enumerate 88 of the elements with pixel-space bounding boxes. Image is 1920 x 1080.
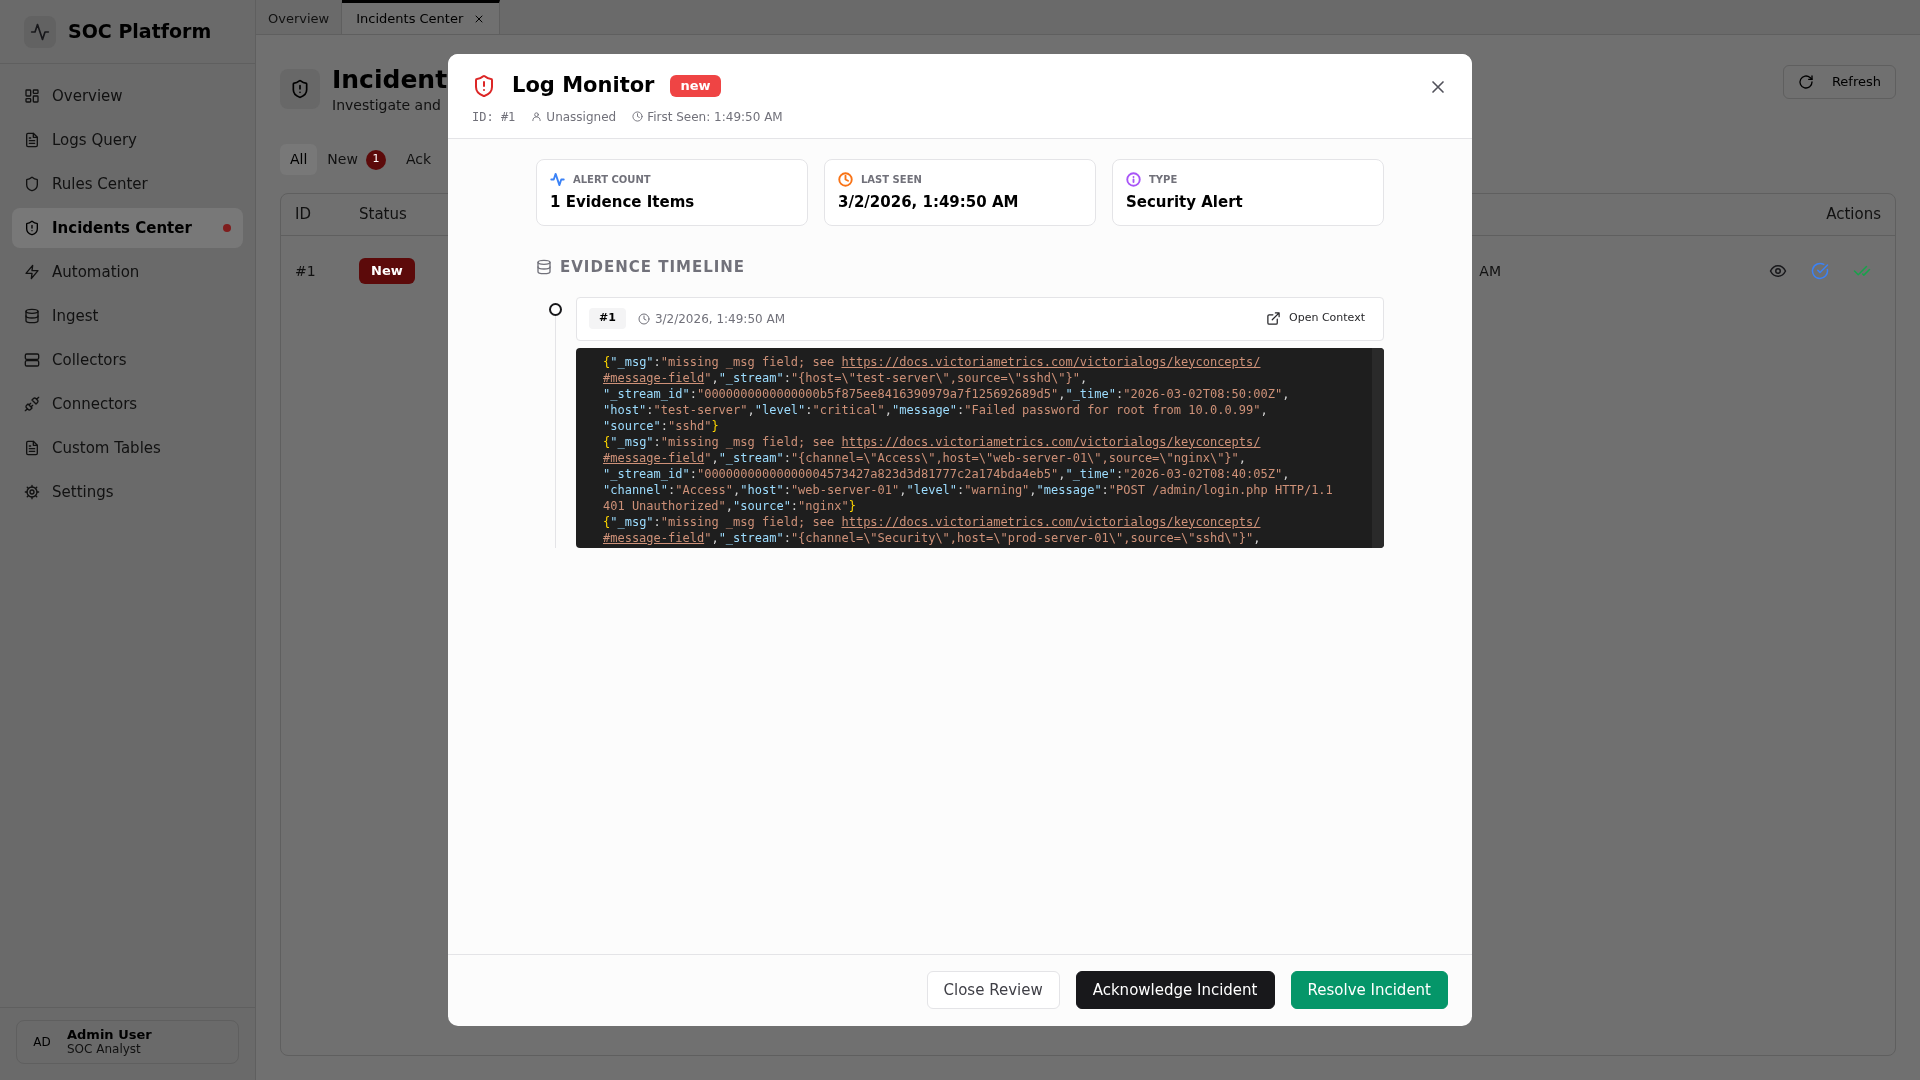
status-badge: New [359, 258, 415, 284]
stat-label: LAST SEEN [861, 172, 922, 187]
stat-label: ALERT COUNT [573, 172, 651, 187]
user-card[interactable]: AD Admin User SOC Analyst [16, 1020, 239, 1064]
user-role: SOC Analyst [67, 1042, 142, 1056]
sidebar-item[interactable]: Connectors [12, 384, 243, 424]
external-link-icon [1266, 311, 1282, 326]
status-badge: new [670, 75, 721, 97]
lightning-icon [24, 264, 40, 280]
sidebar-item[interactable]: Overview [12, 76, 243, 116]
page-title: Incident [332, 65, 448, 95]
log-line: {"_msg":"missing _msg field; see https://docs.victoriametrics.com/victorialogs/keyconcepts/ [603, 433, 1261, 450]
first-seen: First Seen: 1:49:50 AM [647, 108, 783, 126]
clock-icon [632, 111, 644, 122]
modal-title: Log Monitor [512, 72, 655, 99]
log-line: #message-field","_stream":"{channel=\"Access\",host=\"web-server-01\",source=\"nginx\"}", [603, 449, 1247, 466]
log-line: "source":"sshd"} [603, 417, 719, 434]
database-icon [24, 308, 40, 324]
close-review-button[interactable]: Close Review [926, 970, 1060, 1009]
section-title: EVIDENCE TIMELINE [560, 257, 746, 278]
table-cell-text: #1 [295, 261, 316, 281]
log-line: {"_msg":"missing _msg field; see https://docs.victoriametrics.com/victorialogs/keyconcepts/ [603, 353, 1261, 370]
log-line: "_stream_id":"0000000000000000b5f875ee8416390979a7f125692689d5","_time":"2026-03-02T08:50:00Z", [603, 385, 1290, 402]
refresh-button[interactable]: Refresh [1782, 65, 1896, 99]
shield-alert-icon [280, 69, 320, 109]
sidebar-item[interactable]: Ingest [12, 296, 243, 336]
document-icon [24, 132, 40, 148]
log-line: #message-field","_stream":"{channel=\"Security\",host=\"prod-server-01\",source=\"sshd\"}", [603, 529, 1261, 546]
timeline-dot [548, 302, 562, 316]
server-icon [24, 352, 40, 368]
shield-alert-icon [472, 73, 496, 98]
log-line: "channel":"Access","host":"web-server-01","level":"warning","message":"POST /admin/login.php HTTP/1.1 [603, 481, 1333, 498]
incident-id: ID: #1 [472, 108, 516, 126]
brand-name: SOC Platform [68, 19, 212, 45]
shield-alert-icon [24, 220, 40, 236]
resolve-button[interactable]: Resolve Incident [1290, 970, 1448, 1009]
filter-tab[interactable]: Ack [395, 144, 442, 175]
count-badge: 1 [365, 149, 386, 170]
check-circle-icon [1811, 262, 1829, 280]
database-icon [536, 259, 552, 276]
refresh-icon [1797, 73, 1814, 90]
column-header: ID [295, 204, 311, 226]
table-cell-text: AM [1479, 261, 1501, 281]
sidebar-item[interactable]: Automation [12, 252, 243, 292]
filter-tab[interactable]: All [280, 144, 318, 175]
sidebar-item[interactable]: Logs Query [12, 120, 243, 160]
evidence-index: #1 [589, 308, 626, 329]
log-line: "host":"test-server","level":"critical","message":"Failed password for root from 10.0.0.99", [603, 401, 1268, 418]
grid-icon [24, 88, 40, 104]
filter-tab[interactable]: New 1 [317, 144, 396, 175]
settings-icon [24, 484, 40, 500]
open-context-link[interactable]: Open Context [1260, 309, 1371, 328]
sidebar-item[interactable]: Custom Tables [12, 428, 243, 468]
column-header: Status [359, 204, 407, 226]
column-header: Actions [1826, 204, 1881, 226]
user-icon [531, 111, 543, 122]
log-line: 401 Unauthorized","source":"nginx"} [603, 497, 856, 514]
scrollbar[interactable] [1372, 347, 1384, 548]
log-link[interactable]: #message-field [603, 450, 705, 465]
log-link[interactable]: https://docs.victoriametrics.com/victorialogs/keyconcepts/ [841, 354, 1261, 369]
shield-icon [24, 176, 40, 192]
document-icon [24, 440, 40, 456]
log-line: "_stream_id":"00000000000000004573427a823d3d81777c2a174bda4eb5","_time":"2026-03-02T08:40:05Z", [603, 465, 1290, 482]
log-link[interactable]: #message-field [603, 370, 705, 385]
plug-icon [24, 396, 40, 412]
user-avatar: AD [32, 1034, 52, 1051]
log-link[interactable]: #message-field [603, 530, 705, 545]
logo-icon [24, 15, 56, 48]
sidebar-item[interactable]: Settings [12, 472, 243, 512]
acknowledge-button[interactable]: Acknowledge Incident [1075, 970, 1275, 1009]
tab[interactable]: Incidents Center [342, 0, 501, 34]
user-name: Admin User [67, 1028, 152, 1043]
log-line: #message-field","_stream":"{host=\"test-server\",source=\"sshd\"}", [603, 369, 1088, 386]
sidebar-item[interactable]: Collectors [12, 340, 243, 380]
clock-icon [637, 312, 650, 325]
sidebar-item[interactable]: Incidents Center [12, 208, 243, 248]
eye-icon [1769, 262, 1787, 280]
stat-label: TYPE [1149, 172, 1178, 187]
log-link[interactable]: https://docs.victoriametrics.com/victorialogs/keyconcepts/ [841, 514, 1261, 529]
evidence-time: 3/2/2026, 1:49:50 AM [654, 310, 786, 328]
stat-value: 3/2/2026, 1:49:50 AM [838, 191, 1020, 213]
sidebar-item[interactable]: Rules Center [12, 164, 243, 204]
assignee: Unassigned [546, 108, 617, 126]
stat-value: Security Alert [1126, 191, 1244, 213]
log-link[interactable]: https://docs.victoriametrics.com/victorialogs/keyconcepts/ [841, 434, 1261, 449]
page-subtitle: Investigate and [332, 96, 442, 115]
log-line: {"_msg":"missing _msg field; see https://docs.victoriametrics.com/victorialogs/keyconcepts/ [603, 513, 1261, 530]
stat-value: 1 Evidence Items [550, 191, 696, 213]
